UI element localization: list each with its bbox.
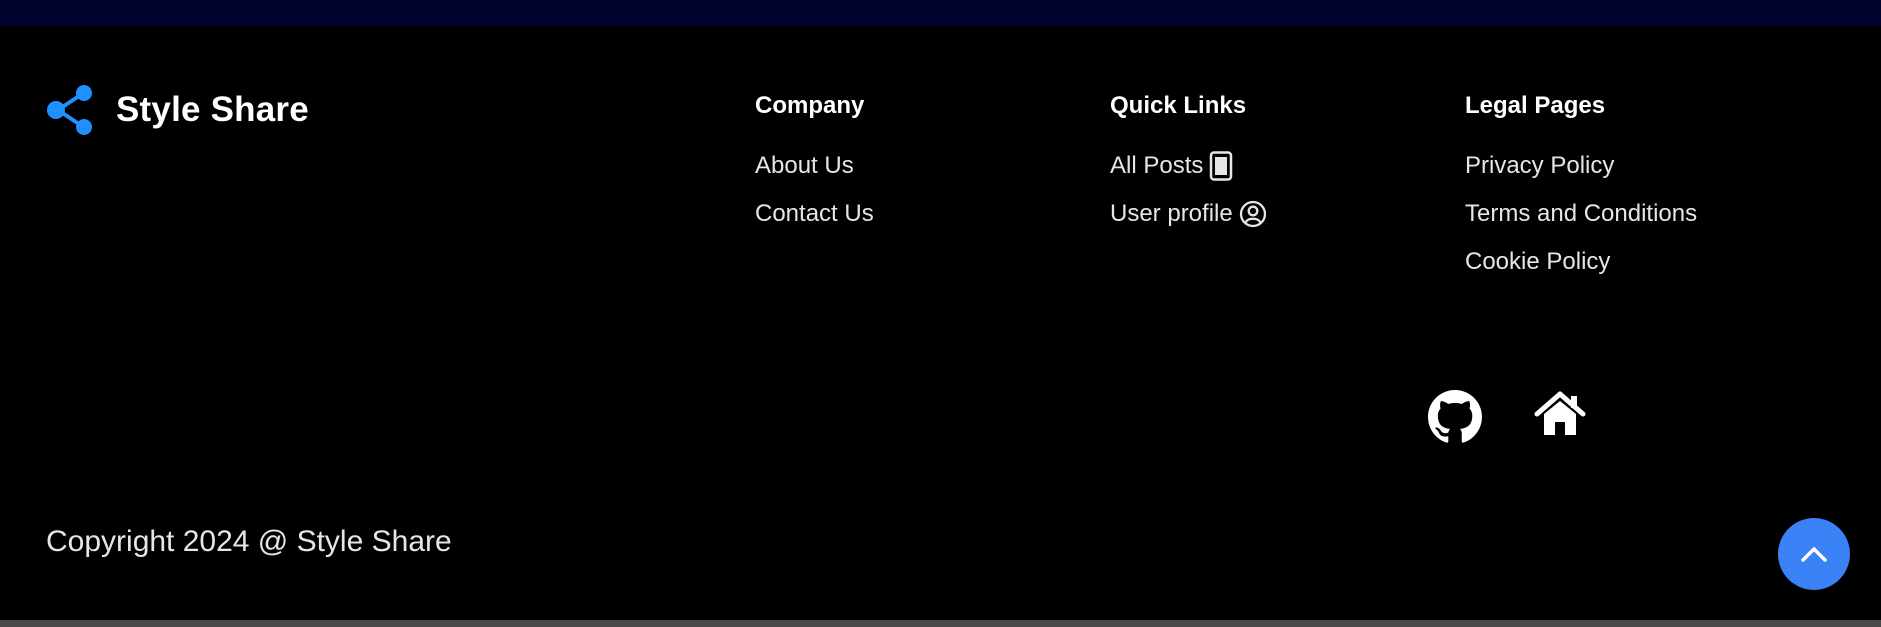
top-strip [0, 0, 1881, 26]
contact-us-link-label: Contact Us [755, 200, 874, 227]
about-us-link[interactable]: About Us [755, 150, 874, 182]
phone-icon [1210, 151, 1233, 181]
contact-us-link[interactable]: Contact Us [755, 198, 874, 230]
terms-and-conditions-link[interactable]: Terms and Conditions [1465, 198, 1697, 230]
github-icon [1428, 390, 1482, 443]
scroll-to-top-button[interactable] [1778, 518, 1850, 590]
footer-column-company: Company About Us Contact Us [755, 90, 874, 246]
brand-name: Style Share [116, 90, 309, 129]
bottom-strip [0, 620, 1881, 627]
user-circle-icon [1239, 200, 1266, 228]
quick-links: All Posts User profile [1110, 150, 1267, 230]
column-heading-company: Company [755, 92, 865, 119]
share-nodes-icon [47, 85, 92, 135]
legal-links: Privacy Policy Terms and Conditions Cook… [1465, 150, 1697, 278]
terms-and-conditions-link-label: Terms and Conditions [1465, 200, 1698, 227]
copyright-text: Copyright 2024 @ Style Share [46, 525, 452, 558]
footer: Style Share Company About Us Contact Us … [0, 0, 1881, 627]
home-link[interactable] [1533, 390, 1587, 443]
company-links: About Us Contact Us [755, 150, 874, 230]
footer-column-legal-pages: Legal Pages Privacy Policy Terms and Con… [1465, 90, 1697, 294]
github-link[interactable] [1428, 390, 1482, 449]
column-heading-quick-links: Quick Links [1110, 92, 1247, 119]
user-profile-link-label: User profile [1110, 200, 1233, 227]
column-heading-legal-pages: Legal Pages [1465, 92, 1606, 119]
footer-column-quick-links: Quick Links All Posts User profile [1110, 90, 1267, 246]
all-posts-link-label: All Posts [1110, 152, 1204, 179]
all-posts-link[interactable]: All Posts [1110, 150, 1267, 182]
cookie-policy-link-label: Cookie Policy [1465, 248, 1611, 275]
brand[interactable]: Style Share [46, 84, 309, 136]
chevron-up-icon [1801, 547, 1827, 562]
home-icon [1534, 391, 1586, 435]
about-us-link-label: About Us [755, 152, 854, 179]
user-profile-link[interactable]: User profile [1110, 198, 1267, 230]
privacy-policy-link-label: Privacy Policy [1465, 152, 1615, 179]
privacy-policy-link[interactable]: Privacy Policy [1465, 150, 1697, 182]
cookie-policy-link[interactable]: Cookie Policy [1465, 246, 1697, 278]
